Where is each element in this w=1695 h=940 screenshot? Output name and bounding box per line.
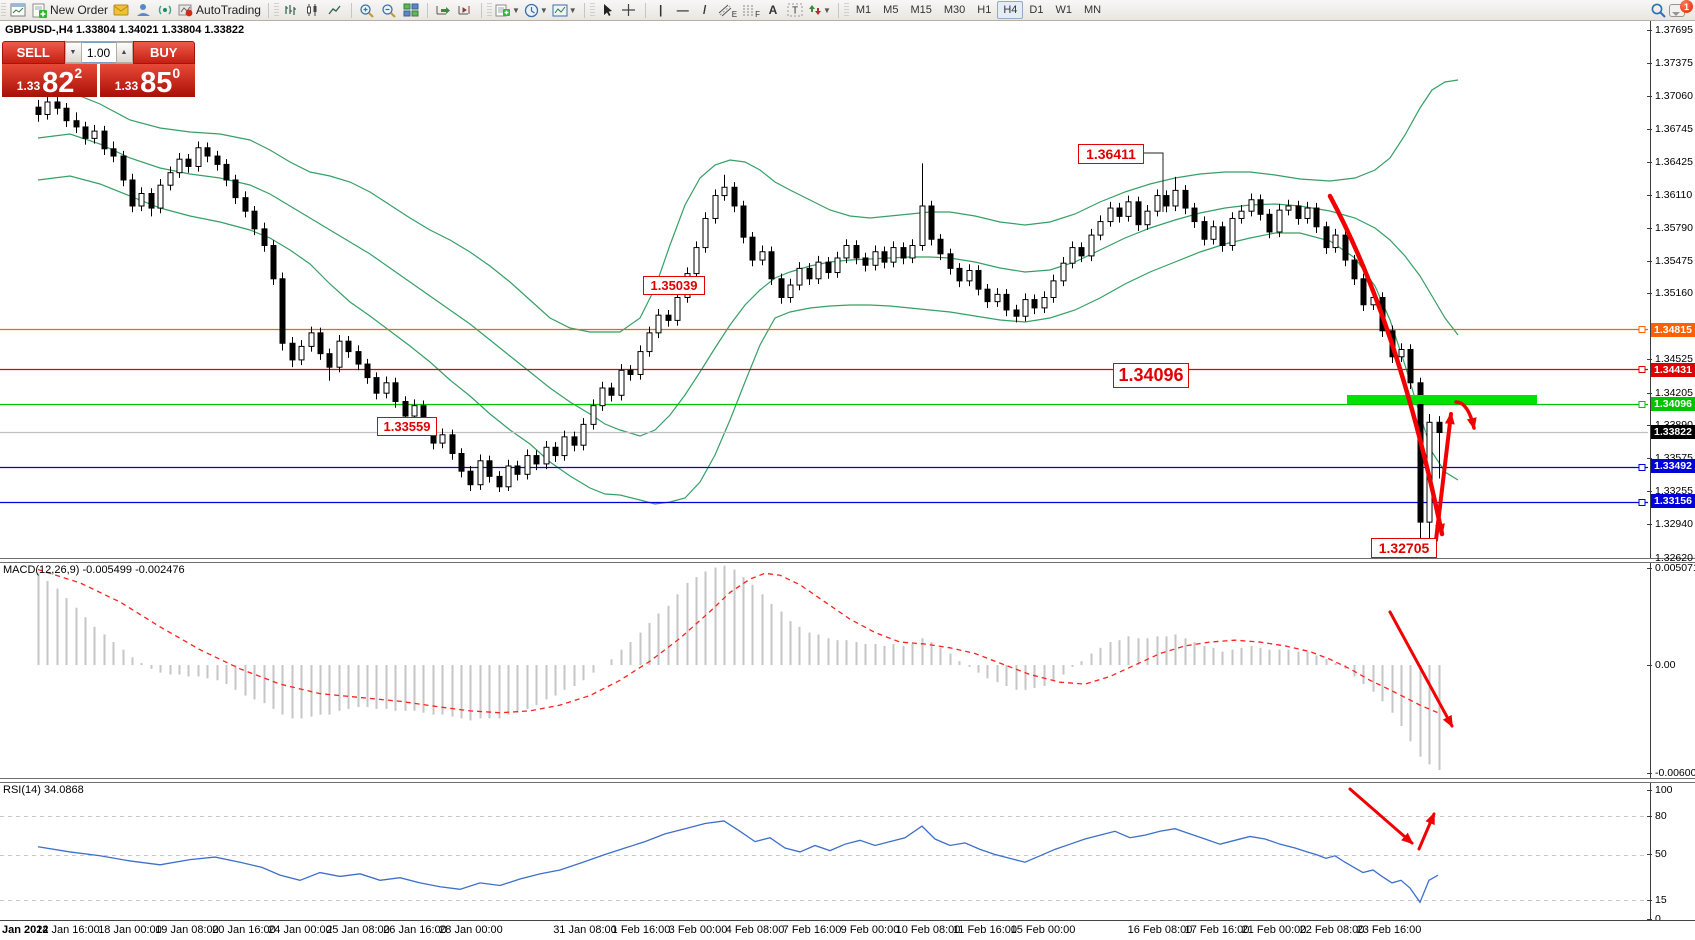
pane-divider-rsi[interactable] xyxy=(0,778,1695,783)
time-axis-label: 17 Feb 16:00 xyxy=(1185,924,1250,936)
price-axis-tick: 1.36425 xyxy=(1655,156,1693,168)
price-axis-tick: 1.32940 xyxy=(1655,518,1693,530)
sell-price-pips: 82 xyxy=(42,70,74,96)
volume-input[interactable] xyxy=(82,42,116,63)
price-annotation-label: 1.33559 xyxy=(377,417,437,436)
buy-button[interactable]: BUY xyxy=(133,41,196,64)
time-axis-label: 28 Jan 00:00 xyxy=(439,924,503,936)
time-axis-label: 31 Jan 08:00 xyxy=(553,924,617,936)
macd-axis-tick: 0.005071 xyxy=(1655,562,1695,574)
sell-price-point: 2 xyxy=(74,65,82,81)
rsi-axis-tick: 80 xyxy=(1655,810,1667,822)
price-level-badge: 1.34815 xyxy=(1651,323,1695,337)
macd-signal-value: -0.002476 xyxy=(135,564,185,576)
buy-price-point: 0 xyxy=(172,65,180,81)
time-axis-label: 16 Feb 08:00 xyxy=(1128,924,1193,936)
price-axis-tick: 1.35160 xyxy=(1655,287,1693,299)
macd-axis-tick: -0.006003 xyxy=(1655,767,1695,779)
buy-price-display[interactable]: 1.33 85 0 xyxy=(100,64,195,97)
price-annotation-label: 1.32705 xyxy=(1371,538,1437,558)
price-level-badge: 1.34431 xyxy=(1651,363,1695,377)
price-axis-tick: 1.36110 xyxy=(1655,189,1692,201)
time-axis[interactable]: Jan 202214 Jan 16:0018 Jan 00:0019 Jan 0… xyxy=(0,920,1695,940)
rsi-axis-tick: 50 xyxy=(1655,848,1667,860)
price-annotation-label: 1.34096 xyxy=(1113,363,1189,388)
time-axis-label: 26 Jan 16:00 xyxy=(383,924,447,936)
time-axis-label: 23 Feb 16:00 xyxy=(1357,924,1422,936)
price-axis-tick: 1.37060 xyxy=(1655,90,1693,102)
time-axis-label: 19 Jan 08:00 xyxy=(155,924,219,936)
sell-price-display[interactable]: 1.33 82 2 xyxy=(2,64,97,97)
time-axis-label: 7 Feb 16:00 xyxy=(783,924,842,936)
pane-divider-macd[interactable] xyxy=(0,558,1695,563)
price-axis-tick: 1.37695 xyxy=(1655,24,1693,36)
price-level-badge: 1.33822 xyxy=(1651,425,1695,439)
symbol-period: GBPUSD-,H4 xyxy=(5,24,73,36)
rsi-indicator-label: RSI(14) 34.0868 xyxy=(3,784,84,796)
sell-price-base: 1.33 xyxy=(17,79,40,93)
price-level-badge: 1.33156 xyxy=(1651,494,1695,508)
rsi-name: RSI(14) xyxy=(3,784,41,796)
time-axis-label: 3 Feb 00:00 xyxy=(669,924,728,936)
time-axis-label: 24 Jan 00:00 xyxy=(268,924,332,936)
volume-decrease-button[interactable]: ▼ xyxy=(65,42,82,63)
chart-title: GBPUSD-,H4 1.33804 1.34021 1.33804 1.338… xyxy=(5,24,244,36)
chart-canvas[interactable] xyxy=(0,0,1695,939)
time-axis-label: 15 Feb 00:00 xyxy=(1011,924,1076,936)
macd-value: -0.005499 xyxy=(82,564,132,576)
time-axis-label: 1 Feb 16:00 xyxy=(612,924,671,936)
price-axis-tick: 1.35475 xyxy=(1655,255,1693,267)
time-axis-label: 18 Jan 00:00 xyxy=(98,924,162,936)
price-annotation-label: 1.36411 xyxy=(1078,144,1144,164)
buy-price-base: 1.33 xyxy=(115,79,138,93)
price-level-badge: 1.34096 xyxy=(1651,397,1695,411)
price-axis-tick: 1.35790 xyxy=(1655,222,1693,234)
time-axis-label: 10 Feb 08:00 xyxy=(896,924,961,936)
sell-button[interactable]: SELL xyxy=(2,41,65,64)
one-click-trading-panel: SELL ▼ ▲ BUY 1.33 82 2 1.33 85 0 xyxy=(2,41,195,97)
buy-price-pips: 85 xyxy=(140,70,172,96)
time-axis-label: 9 Feb 00:00 xyxy=(841,924,900,936)
macd-axis-tick: 0.00 xyxy=(1655,659,1675,671)
time-axis-label: 22 Feb 08:00 xyxy=(1300,924,1365,936)
rsi-axis-tick: 100 xyxy=(1655,784,1673,796)
rsi-value: 34.0868 xyxy=(44,784,84,796)
time-axis-label: 11 Feb 16:00 xyxy=(953,924,1017,936)
time-axis-label: 14 Jan 16:00 xyxy=(36,924,100,936)
time-axis-label: 4 Feb 08:00 xyxy=(726,924,785,936)
time-axis-label: 21 Feb 00:00 xyxy=(1242,924,1307,936)
price-annotation-label: 1.35039 xyxy=(643,276,705,295)
price-axis-tick: 1.36745 xyxy=(1655,123,1693,135)
price-axis-tick: 1.37375 xyxy=(1655,57,1693,69)
volume-increase-button[interactable]: ▲ xyxy=(116,42,133,63)
price-axis[interactable]: 1.37695 1.37375 1.37060 1.36745 1.36425 1.361… xyxy=(1651,21,1695,920)
macd-indicator-label: MACD(12,26,9) -0.005499 -0.002476 xyxy=(3,564,185,576)
price-level-badge: 1.33492 xyxy=(1651,459,1695,473)
macd-name: MACD(12,26,9) xyxy=(3,564,79,576)
rsi-axis-tick: 15 xyxy=(1655,894,1667,906)
time-axis-label: 25 Jan 08:00 xyxy=(326,924,390,936)
time-axis-label: 20 Jan 16:00 xyxy=(212,924,276,936)
ohlc-values: 1.33804 1.34021 1.33804 1.33822 xyxy=(76,24,244,36)
